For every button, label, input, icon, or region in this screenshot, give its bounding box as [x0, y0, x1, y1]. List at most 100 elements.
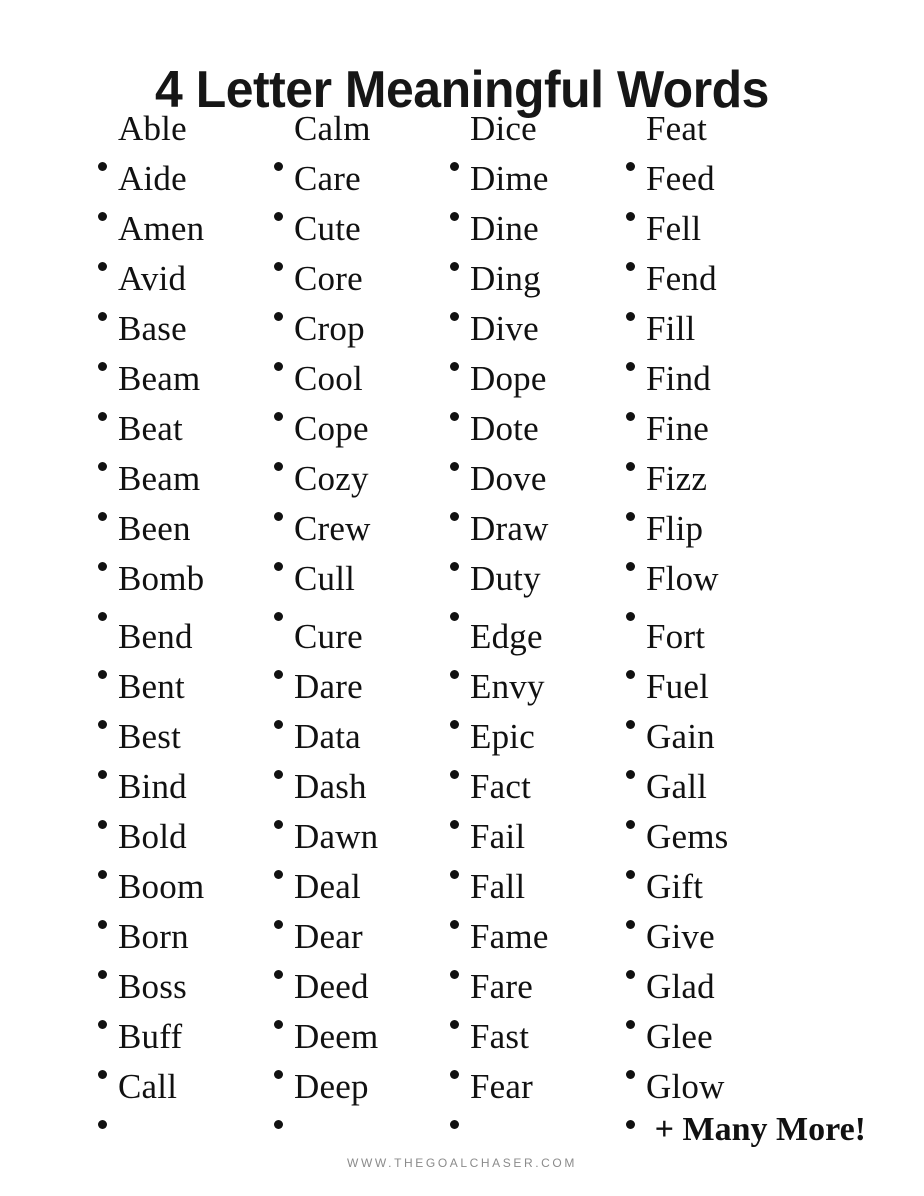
word-label: Flip	[646, 509, 704, 548]
list-item: Gift	[624, 862, 824, 929]
word-label: Duty	[470, 559, 541, 598]
word-label: Fame	[470, 917, 549, 956]
list-item: Bent	[96, 662, 272, 729]
word-label: Dine	[470, 209, 539, 248]
list-item: Aide	[96, 154, 272, 221]
list-item: Glad	[624, 962, 824, 1029]
list-item: Cull	[272, 554, 448, 621]
list-item: Cozy	[272, 454, 448, 521]
word-label: Draw	[470, 509, 549, 548]
word-label: Beam	[118, 459, 201, 498]
list-item: Dote	[448, 404, 624, 471]
list-item: Fail	[448, 812, 624, 879]
list-item: Boom	[96, 862, 272, 929]
word-column: Able Aide Amen Avid Base Beam Beat Beam Been Bomb…	[96, 104, 272, 1129]
word-label: Base	[118, 309, 187, 348]
word-label: Born	[118, 917, 189, 956]
list-item: Fuel	[624, 662, 824, 729]
word-label: Cure	[294, 617, 363, 656]
list-item: Best	[96, 712, 272, 779]
list-item: Base	[96, 304, 272, 371]
word-label: Beat	[118, 409, 183, 448]
list-item: Dare	[272, 662, 448, 729]
word-label: Glow	[646, 1067, 725, 1106]
list-item: Deal	[272, 862, 448, 929]
word-label: Bold	[118, 817, 187, 856]
list-item: Feat	[624, 104, 824, 171]
list-item: Dope	[448, 354, 624, 421]
word-label: Boom	[118, 867, 205, 906]
list-item: Data	[272, 712, 448, 779]
word-label: Been	[118, 509, 191, 548]
list-item: Dash	[272, 762, 448, 829]
word-label: Dear	[294, 917, 363, 956]
list-item: Gems	[624, 812, 824, 879]
word-column: Dice Dime Dine Ding Dive Dope Dote Dove Draw Duty…	[448, 104, 624, 1129]
word-label: Feed	[646, 159, 715, 198]
list-item: Fare	[448, 962, 624, 1029]
word-label: Dare	[294, 667, 363, 706]
word-label: Dash	[294, 767, 367, 806]
list-item: Edge	[448, 612, 624, 679]
word-column: Calm Care Cute Core Crop Cool Cope Cozy Crew Cull…	[272, 104, 448, 1129]
list-item: Beat	[96, 404, 272, 471]
word-column: Feat Feed Fell Fend Fill Find Fine Fizz Flip Flow…	[624, 104, 824, 1129]
word-group: Bend Bent Best Bind Bold Boom Born Boss Buff Call	[96, 612, 272, 1129]
list-item: Fizz	[624, 454, 824, 521]
list-item: Amen	[96, 204, 272, 271]
list-item: Deep	[272, 1062, 448, 1129]
word-label: Fare	[470, 967, 533, 1006]
list-item: Ding	[448, 254, 624, 321]
word-label: Call	[118, 1067, 178, 1106]
list-item: Fact	[448, 762, 624, 829]
word-label: Fall	[470, 867, 526, 906]
list-item: Buff	[96, 1012, 272, 1079]
word-label: Feat	[646, 109, 708, 148]
list-item: Fend	[624, 254, 824, 321]
list-item: Core	[272, 254, 448, 321]
list-item: Beam	[96, 354, 272, 421]
word-label: Care	[294, 159, 361, 198]
word-label: Gall	[646, 767, 708, 806]
list-item: Fort	[624, 612, 824, 679]
list-item: Boss	[96, 962, 272, 1029]
word-label: Calm	[294, 109, 371, 148]
list-item: Cope	[272, 404, 448, 471]
list-item: Dine	[448, 204, 624, 271]
list-item: Avid	[96, 254, 272, 321]
list-item: Dawn	[272, 812, 448, 879]
list-item: Give	[624, 912, 824, 979]
list-item: Bind	[96, 762, 272, 829]
word-label: Gift	[646, 867, 704, 906]
word-label: Cull	[294, 559, 356, 598]
list-item: Dime	[448, 154, 624, 221]
word-label: Aide	[118, 159, 187, 198]
word-label: Ding	[470, 259, 541, 298]
list-item: Care	[272, 154, 448, 221]
word-group: Able Aide Amen Avid Base Beam Beat Beam Been Bomb	[96, 104, 272, 621]
list-item: Envy	[448, 662, 624, 729]
word-label: Cozy	[294, 459, 369, 498]
list-item: Fall	[448, 862, 624, 929]
list-item: Cure	[272, 612, 448, 679]
list-item: Glow	[624, 1062, 824, 1129]
word-label: Fuel	[646, 667, 710, 706]
list-item: Flip	[624, 504, 824, 571]
list-item: Epic	[448, 712, 624, 779]
word-group: Edge Envy Epic Fact Fail Fall Fame Fare Fast Fear	[448, 612, 624, 1129]
word-label: Gems	[646, 817, 729, 856]
list-item: Feed	[624, 154, 824, 221]
word-label: Fizz	[646, 459, 708, 498]
word-label: Deed	[294, 967, 369, 1006]
word-label: Give	[646, 917, 715, 956]
word-label: Flow	[646, 559, 719, 598]
list-item: Gain	[624, 712, 824, 779]
list-item: Gall	[624, 762, 824, 829]
word-label: Find	[646, 359, 711, 398]
word-label: Fort	[646, 617, 706, 656]
word-label: Core	[294, 259, 363, 298]
list-item: Bend	[96, 612, 272, 679]
word-label: Dote	[470, 409, 539, 448]
word-label: Beam	[118, 359, 201, 398]
word-label: Boss	[118, 967, 187, 1006]
